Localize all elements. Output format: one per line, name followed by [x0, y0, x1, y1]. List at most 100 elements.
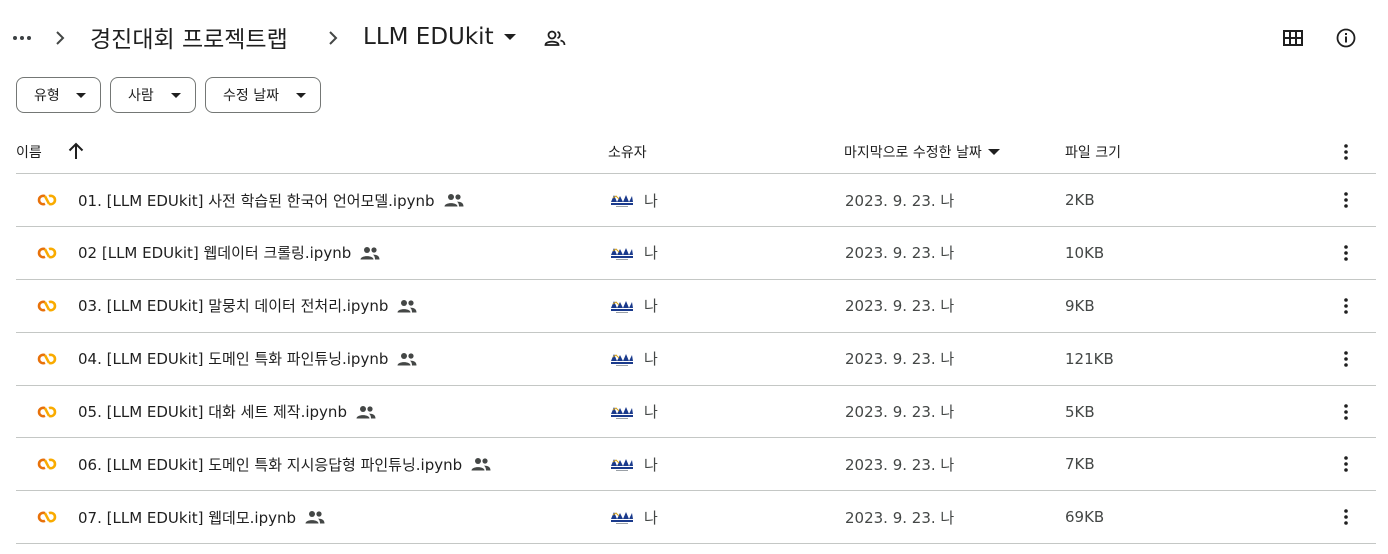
file-name: 06. [LLM EDUkit] 도메인 특화 지시응답형 파인튜닝.ipynb: [78, 438, 491, 490]
modified-date: 2023. 9. 23. 나: [845, 403, 955, 422]
breadcrumb: 경진대회 프로젝트랩 LLM EDUkit: [0, 0, 1388, 74]
shared-folder-icon[interactable]: [543, 26, 567, 50]
shared-people-icon: [444, 193, 464, 207]
table-row[interactable]: 06. [LLM EDUkit] 도메인 특화 지시응답형 파인튜닝.ipynb…: [16, 438, 1376, 492]
file-name: 02 [LLM EDUkit] 웹데이터 크롤링.ipynb: [78, 227, 380, 279]
table-row[interactable]: 01. [LLM EDUkit] 사전 학습된 한국어 언어모델.ipynb 나…: [16, 174, 1376, 227]
colab-icon: [37, 511, 57, 523]
file-size: 5KB: [1065, 402, 1095, 421]
more-vert-icon[interactable]: [1334, 188, 1358, 212]
modified-date: 2023. 9. 23. 나: [845, 350, 955, 369]
more-vert-icon[interactable]: [1334, 347, 1358, 371]
caret-down-icon: [503, 33, 516, 41]
avatar: [610, 455, 634, 474]
modified-date: 2023. 9. 23. 나: [845, 455, 955, 474]
file-list: 01. [LLM EDUkit] 사전 학습된 한국어 언어모델.ipynb 나…: [16, 174, 1376, 545]
more-vert-icon[interactable]: [1334, 452, 1358, 476]
table-row[interactable]: 03. [LLM EDUkit] 말뭉치 데이터 전처리.ipynb 나 202…: [16, 280, 1376, 333]
column-header-modified[interactable]: 마지막으로 수정한 날짜: [844, 130, 1000, 173]
caret-down-icon: [987, 148, 1000, 155]
column-header-label: 이름: [16, 144, 42, 161]
shared-people-icon: [397, 352, 417, 366]
avatar: [610, 296, 634, 315]
avatar: [610, 191, 634, 209]
file-size: 7KB: [1065, 455, 1095, 474]
shared-people-icon: [360, 246, 380, 260]
table-row[interactable]: 02 [LLM EDUkit] 웹데이터 크롤링.ipynb 나 2023. 9…: [16, 227, 1376, 280]
more-horiz-icon[interactable]: [8, 26, 36, 50]
table-row[interactable]: 07. [LLM EDUkit] 웹데모.ipynb 나 2023. 9. 23…: [16, 491, 1376, 545]
file-size: 10KB: [1065, 243, 1105, 262]
modified-date: 2023. 9. 23. 나: [845, 297, 955, 316]
owner-name: 나: [644, 297, 658, 316]
file-name-label: 04. [LLM EDUkit] 도메인 특화 파인튜닝.ipynb: [78, 350, 389, 369]
file-name: 04. [LLM EDUkit] 도메인 특화 파인튜닝.ipynb: [78, 333, 417, 385]
grid-view-icon[interactable]: [1279, 24, 1307, 52]
modified-date: 2023. 9. 23. 나: [845, 244, 955, 263]
colab-icon: [37, 406, 57, 418]
filter-chip-label: 유형: [34, 88, 60, 104]
colab-icon: [37, 194, 57, 206]
shared-people-icon: [471, 457, 491, 471]
table-row[interactable]: 04. [LLM EDUkit] 도메인 특화 파인튜닝.ipynb 나 202…: [16, 333, 1376, 386]
file-name: 03. [LLM EDUkit] 말뭉치 데이터 전처리.ipynb: [78, 280, 417, 332]
file-name: 01. [LLM EDUkit] 사전 학습된 한국어 언어모델.ipynb: [78, 174, 464, 226]
column-header-size[interactable]: 파일 크기: [1065, 130, 1121, 173]
modified-date: 2023. 9. 23. 나: [845, 508, 955, 527]
filter-chip-people[interactable]: 사람: [110, 77, 196, 113]
chevron-right-icon: [50, 26, 70, 50]
more-vert-icon[interactable]: [1334, 241, 1358, 265]
filter-chip-type[interactable]: 유형: [16, 77, 101, 113]
file-name-label: 01. [LLM EDUkit] 사전 학습된 한국어 언어모델.ipynb: [78, 191, 435, 210]
avatar: [610, 402, 634, 421]
column-header-label: 마지막으로 수정한 날짜: [844, 144, 982, 161]
breadcrumb-item-label: LLM EDUkit: [363, 24, 494, 50]
column-header-name[interactable]: 이름: [16, 130, 42, 173]
more-vert-icon[interactable]: [1334, 400, 1358, 424]
file-name-label: 02 [LLM EDUkit] 웹데이터 크롤링.ipynb: [78, 244, 352, 263]
shared-people-icon: [305, 510, 325, 524]
caret-down-icon: [171, 93, 181, 98]
file-name-label: 06. [LLM EDUkit] 도메인 특화 지시응답형 파인튜닝.ipynb: [78, 455, 463, 474]
shared-people-icon: [356, 405, 376, 419]
owner-name: 나: [644, 403, 658, 422]
owner-name: 나: [644, 350, 658, 369]
chevron-right-icon: [323, 26, 343, 50]
arrow-upward-icon[interactable]: [66, 140, 86, 162]
file-size: 121KB: [1065, 349, 1114, 368]
shared-people-icon: [397, 299, 417, 313]
column-header-label: 소유자: [608, 144, 647, 161]
breadcrumb-item-current-folder[interactable]: LLM EDUkit: [363, 18, 516, 56]
colab-icon: [37, 458, 57, 470]
colab-icon: [37, 300, 57, 312]
breadcrumb-item-label: 경진대회 프로젝트랩: [90, 27, 288, 53]
caret-down-icon: [296, 93, 306, 98]
table-row[interactable]: 05. [LLM EDUkit] 대화 세트 제작.ipynb 나 2023. …: [16, 386, 1376, 439]
filter-chip-modified[interactable]: 수정 날짜: [205, 77, 321, 113]
file-name: 07. [LLM EDUkit] 웹데모.ipynb: [78, 491, 325, 543]
caret-down-icon: [76, 93, 86, 98]
owner-name: 나: [644, 455, 658, 474]
avatar: [610, 243, 634, 262]
more-vert-icon[interactable]: [1334, 140, 1358, 164]
table-header: 이름 소유자 마지막으로 수정한 날짜 파일 크기: [16, 130, 1376, 174]
file-size: 2KB: [1065, 191, 1095, 209]
more-vert-icon[interactable]: [1334, 294, 1358, 318]
avatar: [610, 349, 634, 368]
more-vert-icon[interactable]: [1334, 505, 1358, 529]
column-header-label: 파일 크기: [1065, 144, 1121, 161]
breadcrumb-item-parent-folder[interactable]: 경진대회 프로젝트랩: [90, 18, 288, 56]
column-header-owner[interactable]: 소유자: [608, 130, 647, 173]
colab-icon: [37, 247, 57, 259]
owner-name: 나: [644, 191, 658, 210]
owner-name: 나: [644, 508, 658, 527]
file-name: 05. [LLM EDUkit] 대화 세트 제작.ipynb: [78, 386, 376, 438]
colab-icon: [37, 353, 57, 365]
file-size: 69KB: [1065, 508, 1105, 527]
file-size: 9KB: [1065, 296, 1095, 315]
file-name-label: 07. [LLM EDUkit] 웹데모.ipynb: [78, 508, 297, 527]
filter-chip-label: 사람: [128, 88, 154, 104]
info-icon[interactable]: [1332, 24, 1360, 52]
file-name-label: 03. [LLM EDUkit] 말뭉치 데이터 전처리.ipynb: [78, 297, 389, 316]
filter-chip-label: 수정 날짜: [223, 88, 279, 104]
